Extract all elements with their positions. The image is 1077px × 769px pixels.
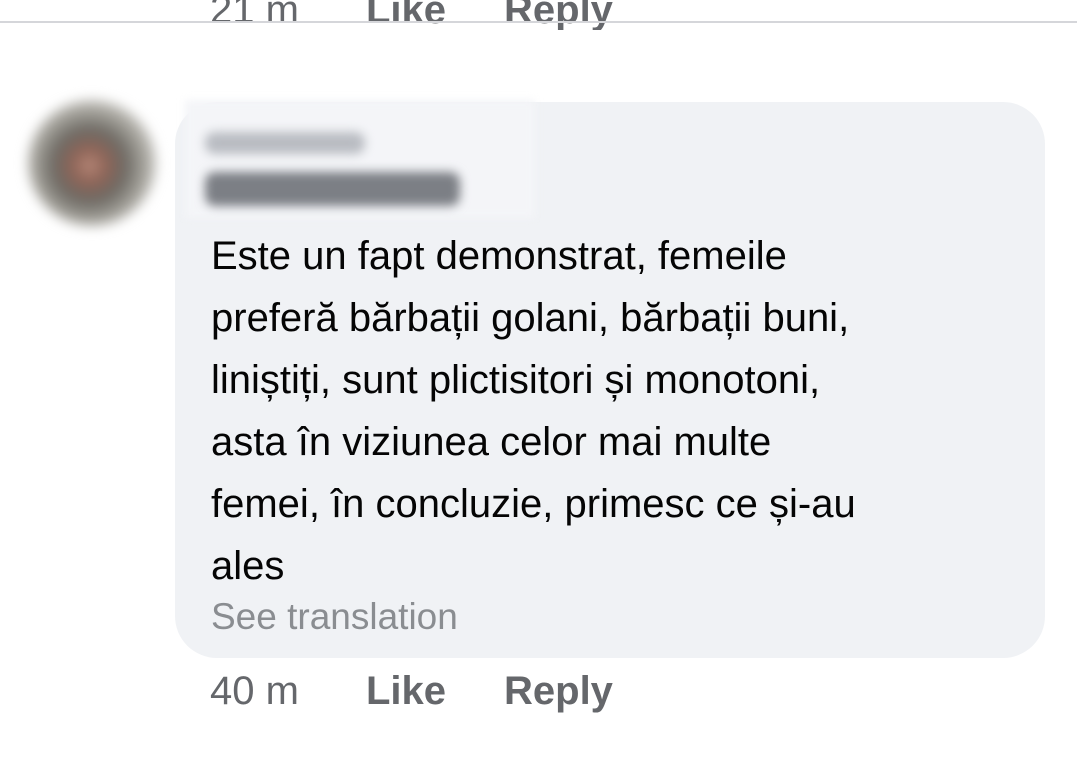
blurred-badge	[205, 132, 365, 154]
previous-reply-button[interactable]: Reply	[504, 0, 613, 30]
comment-timestamp: 40 m	[210, 669, 299, 713]
divider	[0, 21, 1077, 23]
like-button[interactable]: Like	[366, 666, 446, 716]
previous-comment-actions: 21 m Like Reply	[0, 0, 1077, 30]
previous-like-button[interactable]: Like	[366, 0, 446, 30]
see-translation-link[interactable]: See translation	[211, 595, 458, 639]
comment-actions: 40 m Like Reply	[0, 666, 1077, 716]
reply-button[interactable]: Reply	[504, 666, 613, 716]
comment-text: Este un fapt demonstrat, femeile preferă…	[211, 234, 856, 588]
avatar[interactable]	[28, 100, 156, 226]
comment-thread: 21 m Like Reply Este un fapt demonstrat,…	[0, 0, 1077, 769]
blurred-author-name[interactable]	[205, 172, 460, 206]
previous-comment-timestamp: 21 m	[210, 0, 299, 30]
